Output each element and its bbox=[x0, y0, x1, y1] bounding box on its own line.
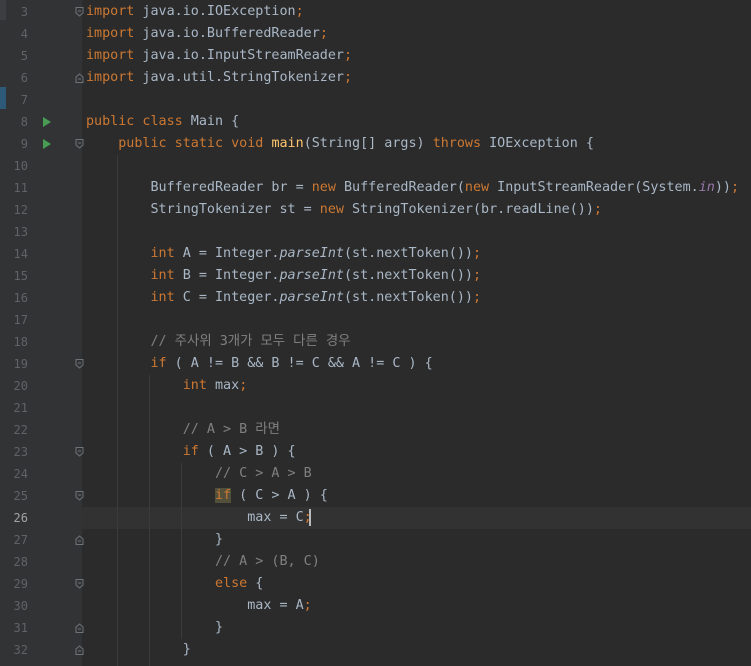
line-number[interactable]: 23 bbox=[6, 441, 28, 463]
line-number[interactable]: 21 bbox=[6, 397, 28, 419]
code-line[interactable]: 5 import java.io.InputStreamReader; bbox=[0, 45, 751, 67]
code-line[interactable]: 15 int B = Integer.parseInt(st.nextToken… bbox=[0, 265, 751, 287]
code-line[interactable]: 30 max = A; bbox=[0, 595, 751, 617]
line-number[interactable]: 15 bbox=[6, 265, 28, 287]
line-number[interactable]: 8 bbox=[6, 111, 28, 133]
code-line[interactable]: 25 if ( C > A ) { bbox=[0, 485, 751, 507]
code-line[interactable]: 28 // A > (B, C) bbox=[0, 551, 751, 573]
code-line[interactable]: 10 bbox=[0, 155, 751, 177]
line-number[interactable]: 24 bbox=[6, 463, 28, 485]
code-text[interactable]: import java.io.BufferedReader; bbox=[86, 23, 328, 45]
code-line[interactable]: 29 else { bbox=[0, 573, 751, 595]
line-number[interactable]: 7 bbox=[6, 89, 28, 111]
code-text[interactable]: public class Main { bbox=[86, 111, 239, 133]
code-text[interactable]: if ( C > A ) { bbox=[86, 485, 328, 507]
line-number[interactable]: 26 bbox=[6, 507, 28, 529]
code-text[interactable]: int A = Integer.parseInt(st.nextToken())… bbox=[86, 243, 482, 265]
line-number[interactable]: 10 bbox=[6, 155, 28, 177]
code-text[interactable]: } bbox=[86, 639, 191, 661]
code-text[interactable]: BufferedReader br = new BufferedReader(n… bbox=[86, 177, 739, 199]
line-number[interactable]: 22 bbox=[6, 419, 28, 441]
line-number[interactable]: 18 bbox=[6, 331, 28, 353]
code-line[interactable]: 16 int C = Integer.parseInt(st.nextToken… bbox=[0, 287, 751, 309]
line-number[interactable]: 6 bbox=[6, 67, 28, 89]
code-text[interactable]: max = C; bbox=[86, 507, 312, 529]
line-number[interactable]: 12 bbox=[6, 199, 28, 221]
code-text[interactable]: import java.util.StringTokenizer; bbox=[86, 67, 352, 89]
code-line[interactable]: 8 public class Main { bbox=[0, 111, 751, 133]
text-caret bbox=[309, 509, 311, 526]
code-line[interactable]: 18 // 주사위 3개가 모두 다른 경우 bbox=[0, 331, 751, 353]
code-line[interactable]: 3 import java.io.IOException; bbox=[0, 1, 751, 23]
line-number[interactable]: 13 bbox=[6, 221, 28, 243]
line-number[interactable]: 20 bbox=[6, 375, 28, 397]
code-line[interactable]: 32 } bbox=[0, 639, 751, 661]
code-line[interactable]: 4 import java.io.BufferedReader; bbox=[0, 23, 751, 45]
code-text[interactable]: } bbox=[86, 529, 223, 551]
code-text[interactable]: } bbox=[86, 617, 223, 639]
code-line[interactable]: 19 if ( A != B && B != C && A != C ) { bbox=[0, 353, 751, 375]
code-text[interactable]: if ( A != B && B != C && A != C ) { bbox=[86, 353, 433, 375]
code-text[interactable]: import java.io.InputStreamReader; bbox=[86, 45, 352, 67]
line-number[interactable]: 31 bbox=[6, 617, 28, 639]
line-number[interactable]: 30 bbox=[6, 595, 28, 617]
line-number[interactable]: 5 bbox=[6, 45, 28, 67]
code-line[interactable]: 23 if ( A > B ) { bbox=[0, 441, 751, 463]
line-number[interactable]: 32 bbox=[6, 639, 28, 661]
code-line[interactable]: 20 int max; bbox=[0, 375, 751, 397]
line-number[interactable]: 27 bbox=[6, 529, 28, 551]
code-text[interactable]: int B = Integer.parseInt(st.nextToken())… bbox=[86, 265, 482, 287]
code-line[interactable]: 9 public static void main(String[] args)… bbox=[0, 133, 751, 155]
code-line[interactable]: 24 // C > A > B bbox=[0, 463, 751, 485]
code-line[interactable]: 27 } bbox=[0, 529, 751, 551]
code-comment[interactable]: // A > (B, C) bbox=[86, 551, 320, 573]
line-number[interactable]: 29 bbox=[6, 573, 28, 595]
code-line[interactable]: 17 bbox=[0, 309, 751, 331]
code-line[interactable]: 31 } bbox=[0, 617, 751, 639]
code-line[interactable]: 14 int A = Integer.parseInt(st.nextToken… bbox=[0, 243, 751, 265]
code-line[interactable]: 7 bbox=[0, 89, 751, 111]
code-text[interactable]: import java.io.IOException; bbox=[86, 1, 304, 23]
line-number[interactable]: 16 bbox=[6, 287, 28, 309]
code-text[interactable]: max = A; bbox=[86, 595, 312, 617]
code-line[interactable]: 13 bbox=[0, 221, 751, 243]
code-comment[interactable]: // C > A > B bbox=[86, 463, 312, 485]
code-editor[interactable]: 3 import java.io.IOException; 4 import j… bbox=[0, 0, 751, 666]
code-comment[interactable]: // 주사위 3개가 모두 다른 경우 bbox=[86, 331, 350, 353]
code-text[interactable]: int C = Integer.parseInt(st.nextToken())… bbox=[86, 287, 482, 309]
code-line[interactable]: 22 // A > B 라면 bbox=[0, 419, 751, 441]
code-text[interactable]: if ( A > B ) { bbox=[86, 441, 296, 463]
code-line[interactable]: 21 bbox=[0, 397, 751, 419]
code-text[interactable]: StringTokenizer st = new StringTokenizer… bbox=[86, 199, 601, 221]
line-number[interactable]: 14 bbox=[6, 243, 28, 265]
code-line[interactable]: 11 BufferedReader br = new BufferedReade… bbox=[0, 177, 751, 199]
line-number[interactable]: 19 bbox=[6, 353, 28, 375]
code-comment[interactable]: // A > B 라면 bbox=[86, 419, 280, 441]
code-text[interactable]: public static void main(String[] args) t… bbox=[86, 133, 594, 155]
line-number[interactable]: 17 bbox=[6, 309, 28, 331]
line-number[interactable]: 4 bbox=[6, 23, 28, 45]
code-text[interactable]: int max; bbox=[86, 375, 248, 397]
line-number[interactable]: 11 bbox=[6, 177, 28, 199]
line-number[interactable]: 28 bbox=[6, 551, 28, 573]
code-line[interactable]: 12 StringTokenizer st = new StringTokeni… bbox=[0, 199, 751, 221]
line-number[interactable]: 3 bbox=[6, 1, 28, 23]
code-text[interactable]: else { bbox=[86, 573, 263, 595]
code-line-current[interactable]: 26 max = C; bbox=[0, 507, 751, 529]
line-number[interactable]: 25 bbox=[6, 485, 28, 507]
code-line[interactable]: 6 import java.util.StringTokenizer; bbox=[0, 67, 751, 89]
line-number[interactable]: 9 bbox=[6, 133, 28, 155]
